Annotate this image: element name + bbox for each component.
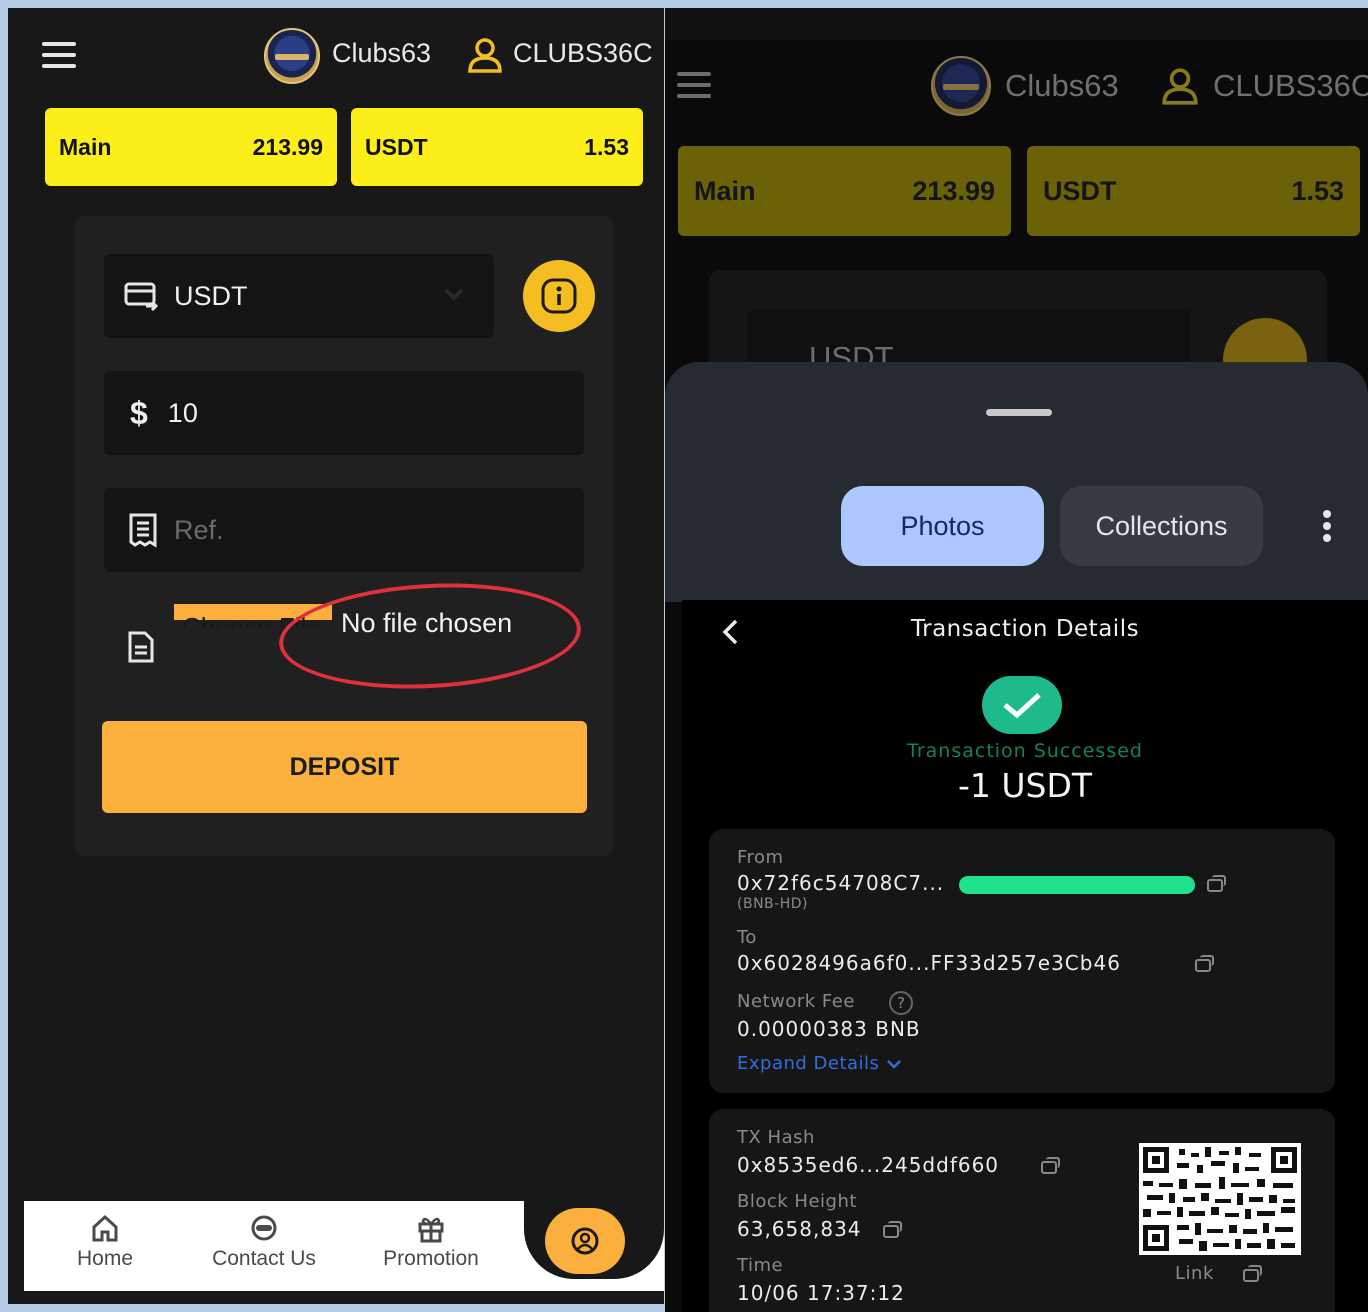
balance-amount: 1.53 — [1291, 175, 1344, 206]
nav-contact-label: Contact Us — [212, 1247, 316, 1270]
usdt-balance-card: USDT 1.53 — [351, 108, 643, 186]
document-icon — [128, 631, 154, 663]
tx-amount: -1 USDT — [957, 766, 1093, 805]
deposit-form: USDT $ 10 Ref. Choose File No file chose… — [74, 216, 614, 856]
amount-field[interactable]: $ 10 — [104, 371, 584, 455]
time-value: 10/06 17:37:12 — [737, 1281, 905, 1305]
club-logo — [264, 28, 320, 84]
link-label: Link — [1175, 1263, 1214, 1284]
transaction-screenshot: Clubs63 CLUBS36C Main 213.99 USDT 1.53 U… — [665, 8, 1368, 1312]
balance-label: Main — [59, 133, 112, 160]
account-fab[interactable] — [545, 1208, 625, 1274]
copy-icon — [883, 1221, 902, 1238]
fee-value: 0.00000383 BNB — [737, 1017, 921, 1041]
drag-handle[interactable] — [986, 409, 1052, 416]
tx-meta-card: TX Hash 0x8535ed6...245ddf660 Block Heig… — [709, 1109, 1335, 1312]
nav-promotion-label: Promotion — [383, 1247, 479, 1270]
tab-collections[interactable]: Collections — [1060, 486, 1263, 566]
nav-home-label: Home — [76, 1247, 134, 1270]
receipt-icon — [129, 513, 157, 548]
ref-placeholder: Ref. — [174, 514, 224, 545]
username: CLUBS36C — [1213, 68, 1368, 103]
redaction-mark — [959, 876, 1195, 894]
qr-code — [1139, 1143, 1301, 1255]
from-label: From — [737, 847, 784, 868]
usdt-balance-card: USDT 1.53 — [1027, 146, 1360, 236]
info-icon — [541, 278, 577, 314]
copy-icon — [1195, 955, 1214, 972]
balance-amount: 213.99 — [252, 133, 323, 160]
help-icon: ? — [889, 991, 913, 1015]
deposit-button[interactable]: DEPOSIT — [102, 721, 587, 813]
gift-icon — [418, 1217, 444, 1243]
hash-label: TX Hash — [737, 1127, 815, 1148]
hash-value: 0x8535ed6...245ddf660 — [737, 1153, 1000, 1177]
main-balance-card: Main 213.99 — [45, 108, 337, 186]
home-icon — [92, 1214, 118, 1242]
copy-icon — [1041, 1157, 1060, 1174]
user-icon[interactable] — [466, 36, 504, 74]
status-bar — [665, 8, 1368, 40]
menu-icon[interactable] — [42, 42, 76, 68]
deposit-screen: Clubs63 CLUBS36C Main 213.99 USDT 1.53 U… — [8, 8, 664, 1304]
from-network: (BNB-HD) — [737, 896, 808, 912]
account-icon — [571, 1227, 599, 1255]
red-highlight-circle — [276, 576, 584, 696]
balance-amount: 1.53 — [584, 133, 629, 160]
club-logo — [931, 56, 991, 116]
site-name: Clubs63 — [332, 38, 432, 68]
nav-promotion[interactable]: Promotion — [366, 1213, 496, 1271]
time-label: Time — [737, 1255, 784, 1276]
tab-photos[interactable]: Photos — [841, 486, 1044, 566]
fee-label: Network Fee — [737, 991, 855, 1012]
main-balance-card: Main 213.99 — [678, 146, 1011, 236]
balance-label: USDT — [365, 133, 428, 160]
block-label: Block Height — [737, 1191, 857, 1212]
expand-details-link: Expand Details — [737, 1053, 902, 1074]
balance-label: Main — [694, 175, 756, 206]
amount-value: 10 — [167, 397, 198, 428]
check-icon — [1003, 693, 1041, 719]
photo-picker-sheet: Photos Collections — [665, 362, 1368, 602]
ref-field[interactable]: Ref. — [104, 488, 584, 572]
copy-icon — [1207, 875, 1226, 892]
nav-home[interactable]: Home — [68, 1213, 142, 1271]
currency-value: USDT — [174, 280, 248, 311]
expand-details-label: Expand Details — [737, 1053, 880, 1074]
chevron-down-icon — [886, 1060, 901, 1069]
tx-addresses-card: From 0x72f6c54708C7... (BNB-HD) To 0x602… — [709, 829, 1335, 1093]
site-name: Clubs63 — [1005, 68, 1119, 103]
from-address: 0x72f6c54708C7... — [737, 871, 945, 895]
balance-amount: 213.99 — [912, 175, 995, 206]
dollar-icon: $ — [130, 394, 148, 431]
user-icon — [1162, 68, 1198, 105]
more-options-icon[interactable] — [1323, 510, 1333, 542]
support-icon — [251, 1215, 277, 1241]
success-badge — [982, 676, 1062, 734]
to-address: 0x6028496a6f0...FF33d257e3Cb46 — [737, 951, 1121, 975]
copy-icon — [1243, 1265, 1262, 1282]
card-icon — [124, 282, 159, 312]
balance-label: USDT — [1043, 175, 1117, 206]
currency-select[interactable]: USDT — [104, 254, 494, 338]
tx-title: Transaction Details — [910, 616, 1140, 642]
info-button[interactable] — [523, 260, 595, 332]
menu-icon — [677, 72, 711, 98]
block-value: 63,658,834 — [737, 1217, 862, 1241]
nav-contact[interactable]: Contact Us — [199, 1213, 329, 1271]
tx-status: Transaction Successed — [907, 740, 1143, 762]
chevron-down-icon — [444, 288, 464, 301]
to-label: To — [737, 927, 757, 948]
transaction-details-image: Transaction Details Transaction Successe… — [682, 600, 1368, 1312]
username: CLUBS36C — [513, 38, 653, 68]
